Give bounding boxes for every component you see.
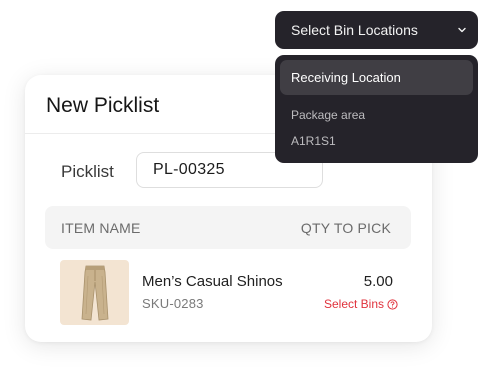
item-qty: 5.00: [363, 273, 393, 290]
select-bins-label: Select Bins: [323, 297, 384, 311]
khaki-pants-image: [81, 265, 108, 320]
page-title: New Picklist: [46, 94, 160, 117]
picklist-input-value: PL-00325: [153, 161, 225, 178]
item-name: Men’s Casual Shinos: [142, 273, 283, 290]
dropdown-label: Select Bin Locations: [291, 22, 418, 38]
help-circle-icon: [387, 298, 398, 310]
picklist-label: Picklist: [61, 162, 114, 181]
menu-item-a1r1s1[interactable]: A1R1S1: [291, 134, 336, 148]
chevron-down-icon: [457, 25, 467, 35]
menu-item-package-area[interactable]: Package area: [291, 108, 365, 122]
select-bin-locations-dropdown[interactable]: Select Bin Locations: [275, 11, 478, 49]
column-header-item-name: ITEM NAME: [61, 220, 141, 236]
bin-locations-menu: Receiving Location Package area A1R1S1: [275, 55, 478, 163]
column-header-qty-to-pick: QTY TO PICK: [300, 220, 391, 236]
table-header: ITEM NAME QTY TO PICK: [45, 206, 411, 249]
product-thumbnail: [60, 260, 129, 325]
item-sku: SKU-0283: [142, 296, 204, 311]
select-bins-link[interactable]: Select Bins: [324, 297, 398, 311]
menu-item-receiving-location[interactable]: Receiving Location: [280, 60, 473, 95]
